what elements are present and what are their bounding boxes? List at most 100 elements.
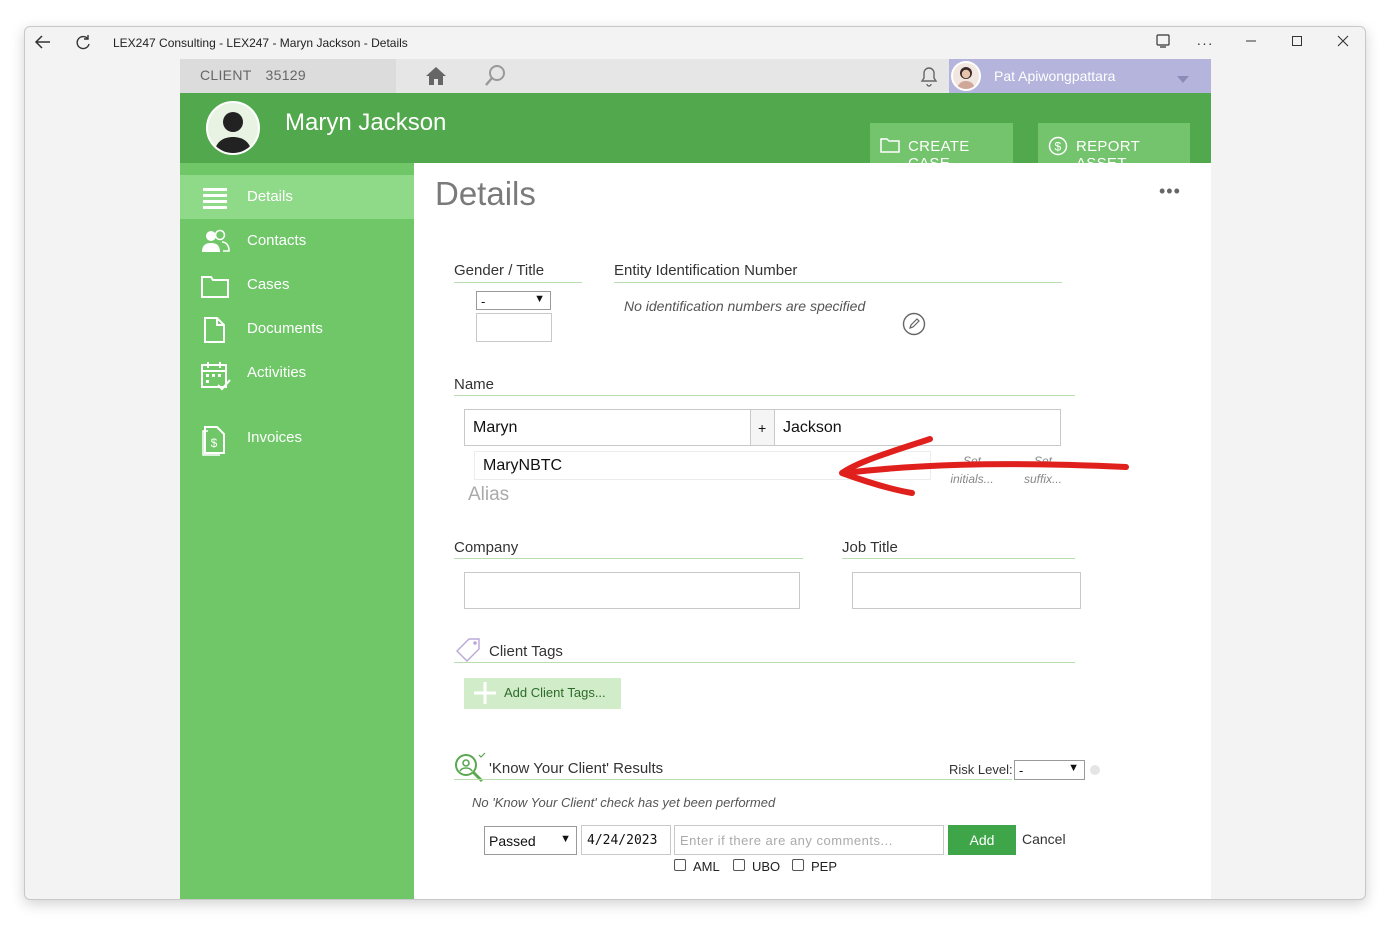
report-asset-button[interactable]: $ REPORT ASSET	[1038, 123, 1190, 172]
entity-id-label: Entity Identification Number	[614, 262, 798, 279]
middle-name-toggle[interactable]: +	[750, 409, 775, 446]
home-icon[interactable]	[423, 63, 449, 89]
add-client-tags-button[interactable]: Add Client Tags...	[464, 678, 621, 709]
client-tags-label: Client Tags	[489, 643, 563, 660]
risk-indicator-dot	[1090, 765, 1100, 775]
kyc-status-value: Passed	[489, 833, 536, 849]
app-window: LEX247 Consulting - LEX247 - Maryn Jacks…	[24, 26, 1366, 900]
pep-label: PEP	[811, 859, 838, 874]
sidebar-item-label: Contacts	[247, 232, 307, 249]
app-content: CLIENT 35129 Pat Apiwongpattara Maryn Ja…	[180, 59, 1211, 899]
client-label: CLIENT	[200, 67, 252, 83]
sidebar-item-invoices[interactable]: $ Invoices	[180, 416, 414, 460]
ubo-label: UBO	[752, 859, 781, 874]
back-arrow-icon[interactable]	[33, 33, 53, 53]
user-name: Pat Apiwongpattara	[994, 68, 1116, 84]
chevron-down-icon: ▼	[560, 833, 571, 845]
chevron-down-icon: ▼	[1068, 762, 1079, 774]
risk-level-label: Risk Level:	[949, 762, 1013, 777]
list-icon	[200, 184, 230, 212]
client-name: Maryn Jackson	[285, 109, 447, 136]
bell-icon[interactable]	[916, 63, 942, 89]
company-input[interactable]	[464, 572, 800, 609]
svg-text:$: $	[211, 436, 218, 450]
cast-icon[interactable]	[1153, 33, 1173, 53]
company-label: Company	[454, 539, 519, 556]
sidebar-item-label: Documents	[247, 320, 323, 337]
tag-icon	[454, 635, 484, 663]
sidebar-item-label: Cases	[247, 276, 290, 293]
chevron-down-icon: ▼	[534, 293, 545, 305]
more-options-icon[interactable]: ···	[1195, 33, 1215, 53]
aml-checkbox[interactable]	[674, 859, 686, 871]
add-client-tags-label: Add Client Tags...	[504, 685, 606, 700]
kyc-status-select[interactable]: Passed ▼	[484, 826, 577, 855]
sidebar-item-label: Activities	[247, 364, 307, 381]
calendar-check-icon	[200, 360, 231, 391]
sidebar-item-label: Invoices	[247, 429, 303, 446]
kyc-comment-placeholder: Enter if there are any comments...	[680, 833, 893, 848]
maximize-icon[interactable]	[1287, 33, 1307, 53]
name-label: Name	[454, 376, 495, 393]
divider	[454, 395, 1075, 396]
alias-label: Alias	[468, 484, 510, 505]
divider	[614, 282, 1062, 283]
user-avatar	[951, 61, 981, 91]
risk-level-value: -	[1019, 763, 1024, 778]
invoice-icon: $	[200, 425, 230, 456]
kyc-date-input[interactable]: 4/24/2023	[581, 825, 671, 855]
plus-sign: +	[758, 420, 767, 436]
divider	[454, 662, 1075, 663]
annotation-arrow-icon	[839, 436, 1129, 496]
more-options-button[interactable]: •••	[1159, 181, 1181, 202]
aml-label: AML	[693, 859, 720, 874]
first-name-value: Maryn	[473, 419, 518, 436]
sidebar-item-documents[interactable]: Documents	[180, 307, 414, 351]
page-title: Details	[435, 175, 536, 212]
kyc-note: No 'Know Your Client' check has yet been…	[472, 795, 776, 810]
entity-id-note: No identification numbers are specified	[624, 298, 866, 314]
close-icon[interactable]	[1333, 33, 1353, 53]
client-number: 35129	[265, 67, 306, 83]
gender-title-label: Gender / Title	[454, 262, 545, 279]
divider	[454, 779, 1012, 780]
top-bar: CLIENT 35129 Pat Apiwongpattara	[180, 59, 1211, 93]
sidebar-item-contacts[interactable]: Contacts	[180, 219, 414, 263]
kyc-date-value: 4/24/2023	[587, 833, 658, 848]
minimize-icon[interactable]	[1241, 33, 1261, 53]
window-title: LEX247 Consulting - LEX247 - Maryn Jacks…	[113, 36, 408, 50]
create-case-button[interactable]: CREATE CASE	[870, 123, 1013, 172]
refresh-icon[interactable]	[73, 33, 93, 53]
contacts-icon	[200, 228, 230, 256]
kyc-add-button[interactable]: Add	[948, 825, 1016, 855]
kyc-comment-input[interactable]: Enter if there are any comments...	[674, 825, 944, 855]
client-avatar	[206, 101, 260, 155]
divider	[454, 282, 582, 283]
edit-pencil-icon[interactable]	[902, 312, 926, 336]
sidebar-item-details[interactable]: Details	[180, 175, 414, 219]
svg-text:$: $	[1055, 140, 1062, 154]
ubo-checkbox[interactable]	[733, 859, 745, 871]
sidebar-item-label: Details	[247, 188, 293, 205]
kyc-add-label: Add	[969, 832, 995, 848]
job-title-label: Job Title	[842, 539, 898, 556]
details-panel: Details ••• Gender / Title - ▼ Entity Id…	[414, 163, 1211, 899]
chevron-down-icon	[1177, 71, 1189, 89]
job-title-input[interactable]	[852, 572, 1081, 609]
document-icon	[200, 316, 230, 344]
first-name-input[interactable]: Maryn	[464, 409, 751, 446]
search-icon[interactable]	[482, 63, 508, 89]
user-menu[interactable]: Pat Apiwongpattara	[949, 59, 1211, 93]
kyc-cancel-button[interactable]: Cancel	[1022, 831, 1066, 847]
risk-level-select[interactable]: - ▼	[1014, 760, 1085, 780]
plus-icon	[472, 680, 498, 712]
gender-select[interactable]: - ▼	[476, 291, 551, 310]
client-id-box: CLIENT 35129	[180, 59, 396, 93]
folder-icon	[880, 136, 900, 154]
folder-icon	[200, 272, 230, 300]
sidebar-item-cases[interactable]: Cases	[180, 263, 414, 307]
pep-checkbox[interactable]	[792, 859, 804, 871]
title-input[interactable]	[476, 313, 552, 342]
last-name-value: Jackson	[783, 419, 842, 436]
sidebar-item-activities[interactable]: Activities	[180, 351, 414, 395]
